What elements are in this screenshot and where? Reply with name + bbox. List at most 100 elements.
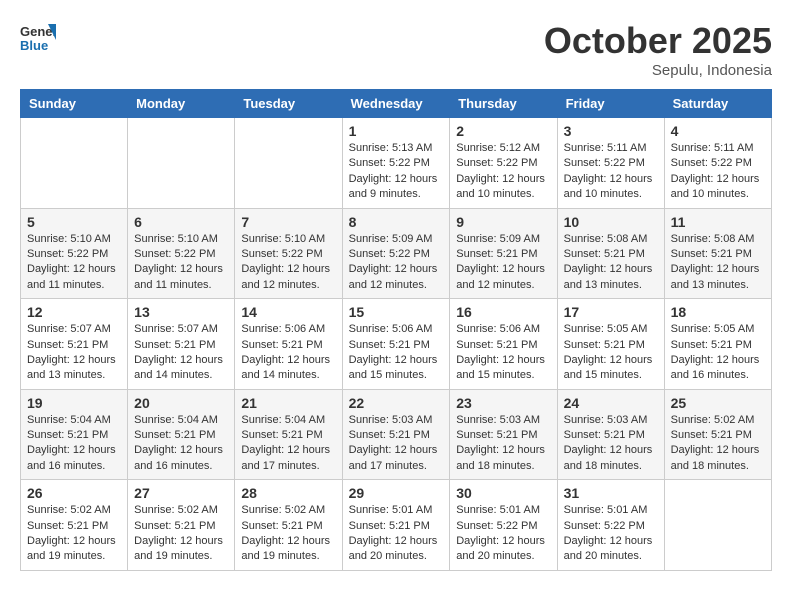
month-title: October 2025	[544, 20, 772, 62]
day-number: 25	[671, 395, 765, 411]
day-number: 5	[27, 214, 121, 230]
day-info: Sunrise: 5:01 AM Sunset: 5:21 PM Dayligh…	[349, 503, 444, 565]
calendar-cell: 17 Sunrise: 5:05 AM Sunset: 5:21 PM Dayli…	[557, 299, 664, 390]
calendar-cell: 5 Sunrise: 5:10 AM Sunset: 5:22 PM Daylig…	[21, 208, 128, 299]
calendar-cell: 9 Sunrise: 5:09 AM Sunset: 5:21 PM Daylig…	[450, 208, 557, 299]
day-info: Sunrise: 5:04 AM Sunset: 5:21 PM Dayligh…	[241, 413, 335, 475]
weekday-header: Thursday	[450, 90, 557, 118]
logo: General Blue	[20, 20, 56, 56]
calendar-cell: 18Sunrise: 5:05 AM Sunset: 5:21 PM Dayli…	[664, 299, 771, 390]
calendar-table: SundayMondayTuesdayWednesdayThursdayFrid…	[20, 89, 772, 571]
calendar-cell: 25 Sunrise: 5:02 AM Sunset: 5:21 PM Dayli…	[664, 389, 771, 480]
day-info: Sunrise: 5:09 AM Sunset: 5:21 PM Dayligh…	[456, 232, 550, 294]
day-number: 29	[349, 485, 444, 501]
calendar-week-row: 5 Sunrise: 5:10 AM Sunset: 5:22 PM Daylig…	[21, 208, 772, 299]
calendar-cell	[235, 118, 342, 209]
weekday-header: Monday	[128, 90, 235, 118]
day-info: Sunrise: 5:02 AM Sunset: 5:21 PM Dayligh…	[27, 503, 121, 565]
calendar-cell: 27Sunrise: 5:02 AM Sunset: 5:21 PM Dayli…	[128, 480, 235, 571]
calendar-cell	[664, 480, 771, 571]
day-info: Sunrise: 5:07 AM Sunset: 5:21 PM Dayligh…	[27, 322, 121, 384]
day-info: Sunrise: 5:08 AM Sunset: 5:21 PM Dayligh…	[564, 232, 658, 294]
day-number: 17	[564, 304, 658, 320]
day-info: Sunrise: 5:03 AM Sunset: 5:21 PM Dayligh…	[349, 413, 444, 475]
day-info: Sunrise: 5:07 AM Sunset: 5:21 PM Dayligh…	[134, 322, 228, 384]
calendar-cell: 2Sunrise: 5:12 AM Sunset: 5:22 PM Daylig…	[450, 118, 557, 209]
day-number: 30	[456, 485, 550, 501]
day-info: Sunrise: 5:03 AM Sunset: 5:21 PM Dayligh…	[564, 413, 658, 475]
day-number: 2	[456, 123, 550, 139]
day-number: 23	[456, 395, 550, 411]
day-number: 7	[241, 214, 335, 230]
day-info: Sunrise: 5:10 AM Sunset: 5:22 PM Dayligh…	[27, 232, 121, 294]
day-info: Sunrise: 5:13 AM Sunset: 5:22 PM Dayligh…	[349, 141, 444, 203]
day-info: Sunrise: 5:02 AM Sunset: 5:21 PM Dayligh…	[241, 503, 335, 565]
day-number: 9	[456, 214, 550, 230]
calendar-cell: 29 Sunrise: 5:01 AM Sunset: 5:21 PM Dayli…	[342, 480, 450, 571]
calendar-header: SundayMondayTuesdayWednesdayThursdayFrid…	[21, 90, 772, 118]
day-number: 10	[564, 214, 658, 230]
calendar-cell: 7Sunrise: 5:10 AM Sunset: 5:22 PM Daylig…	[235, 208, 342, 299]
day-number: 14	[241, 304, 335, 320]
calendar-cell: 23 Sunrise: 5:03 AM Sunset: 5:21 PM Dayli…	[450, 389, 557, 480]
weekday-header: Friday	[557, 90, 664, 118]
weekday-header: Saturday	[664, 90, 771, 118]
day-number: 16	[456, 304, 550, 320]
weekday-header: Tuesday	[235, 90, 342, 118]
weekday-header: Wednesday	[342, 90, 450, 118]
day-info: Sunrise: 5:06 AM Sunset: 5:21 PM Dayligh…	[349, 322, 444, 384]
calendar-cell: 22 Sunrise: 5:03 AM Sunset: 5:21 PM Dayli…	[342, 389, 450, 480]
calendar-cell: 20 Sunrise: 5:04 AM Sunset: 5:21 PM Dayli…	[128, 389, 235, 480]
day-info: Sunrise: 5:02 AM Sunset: 5:21 PM Dayligh…	[671, 413, 765, 475]
day-number: 20	[134, 395, 228, 411]
day-number: 22	[349, 395, 444, 411]
day-number: 28	[241, 485, 335, 501]
day-info: Sunrise: 5:08 AM Sunset: 5:21 PM Dayligh…	[671, 232, 765, 294]
day-number: 11	[671, 214, 765, 230]
day-number: 8	[349, 214, 444, 230]
calendar-week-row: 1 Sunrise: 5:13 AM Sunset: 5:22 PM Daylig…	[21, 118, 772, 209]
day-info: Sunrise: 5:11 AM Sunset: 5:22 PM Dayligh…	[671, 141, 765, 203]
calendar-cell: 12 Sunrise: 5:07 AM Sunset: 5:21 PM Dayli…	[21, 299, 128, 390]
calendar-cell: 15 Sunrise: 5:06 AM Sunset: 5:21 PM Dayli…	[342, 299, 450, 390]
day-number: 1	[349, 123, 444, 139]
page-header: General Blue October 2025 Sepulu, Indone…	[20, 20, 772, 79]
weekday-header: Sunday	[21, 90, 128, 118]
calendar-cell: 21 Sunrise: 5:04 AM Sunset: 5:21 PM Dayli…	[235, 389, 342, 480]
day-number: 15	[349, 304, 444, 320]
calendar-cell: 19 Sunrise: 5:04 AM Sunset: 5:21 PM Dayli…	[21, 389, 128, 480]
calendar-cell	[128, 118, 235, 209]
calendar-cell: 6 Sunrise: 5:10 AM Sunset: 5:22 PM Daylig…	[128, 208, 235, 299]
day-info: Sunrise: 5:06 AM Sunset: 5:21 PM Dayligh…	[456, 322, 550, 384]
calendar-cell: 16 Sunrise: 5:06 AM Sunset: 5:21 PM Dayli…	[450, 299, 557, 390]
calendar-cell: 26 Sunrise: 5:02 AM Sunset: 5:21 PM Dayli…	[21, 480, 128, 571]
day-info: Sunrise: 5:03 AM Sunset: 5:21 PM Dayligh…	[456, 413, 550, 475]
title-block: October 2025 Sepulu, Indonesia	[544, 20, 772, 79]
day-info: Sunrise: 5:06 AM Sunset: 5:21 PM Dayligh…	[241, 322, 335, 384]
day-number: 12	[27, 304, 121, 320]
calendar-cell: 30 Sunrise: 5:01 AM Sunset: 5:22 PM Dayli…	[450, 480, 557, 571]
calendar-cell: 8Sunrise: 5:09 AM Sunset: 5:22 PM Daylig…	[342, 208, 450, 299]
day-info: Sunrise: 5:05 AM Sunset: 5:21 PM Dayligh…	[564, 322, 658, 384]
day-info: Sunrise: 5:01 AM Sunset: 5:22 PM Dayligh…	[456, 503, 550, 565]
calendar-cell: 3Sunrise: 5:11 AM Sunset: 5:22 PM Daylig…	[557, 118, 664, 209]
day-info: Sunrise: 5:04 AM Sunset: 5:21 PM Dayligh…	[134, 413, 228, 475]
calendar-cell: 10 Sunrise: 5:08 AM Sunset: 5:21 PM Dayli…	[557, 208, 664, 299]
logo-icon: General Blue	[20, 20, 56, 56]
day-number: 19	[27, 395, 121, 411]
calendar-cell	[21, 118, 128, 209]
day-number: 24	[564, 395, 658, 411]
calendar-cell: 11 Sunrise: 5:08 AM Sunset: 5:21 PM Dayli…	[664, 208, 771, 299]
day-info: Sunrise: 5:04 AM Sunset: 5:21 PM Dayligh…	[27, 413, 121, 475]
calendar-week-row: 19 Sunrise: 5:04 AM Sunset: 5:21 PM Dayli…	[21, 389, 772, 480]
calendar-cell: 4Sunrise: 5:11 AM Sunset: 5:22 PM Daylig…	[664, 118, 771, 209]
calendar-cell: 31Sunrise: 5:01 AM Sunset: 5:22 PM Dayli…	[557, 480, 664, 571]
day-number: 6	[134, 214, 228, 230]
day-info: Sunrise: 5:10 AM Sunset: 5:22 PM Dayligh…	[134, 232, 228, 294]
day-info: Sunrise: 5:02 AM Sunset: 5:21 PM Dayligh…	[134, 503, 228, 565]
day-number: 26	[27, 485, 121, 501]
day-number: 18	[671, 304, 765, 320]
day-info: Sunrise: 5:01 AM Sunset: 5:22 PM Dayligh…	[564, 503, 658, 565]
day-info: Sunrise: 5:11 AM Sunset: 5:22 PM Dayligh…	[564, 141, 658, 203]
day-number: 21	[241, 395, 335, 411]
